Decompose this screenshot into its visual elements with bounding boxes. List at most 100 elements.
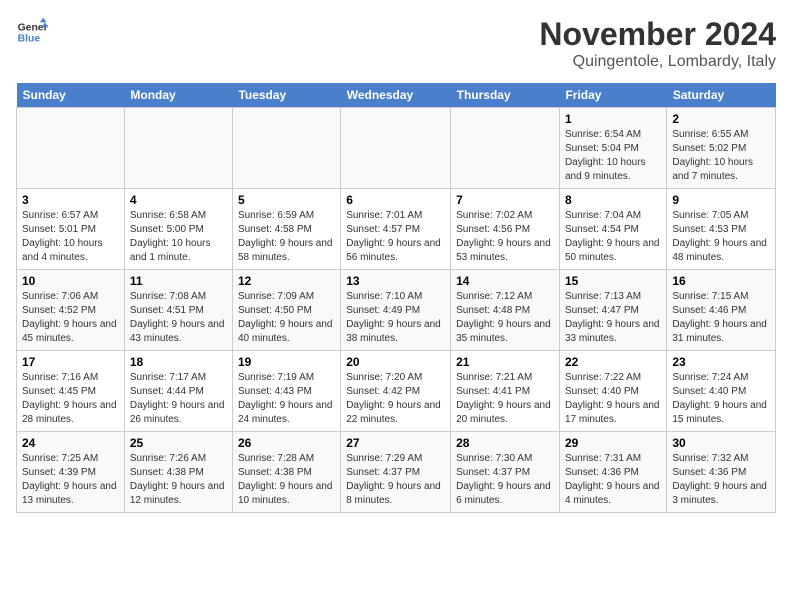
day-info: Sunrise: 7:06 AM Sunset: 4:52 PM Dayligh… (22, 290, 119, 346)
calendar-week-row: 10Sunrise: 7:06 AM Sunset: 4:52 PM Dayli… (17, 270, 776, 351)
calendar-cell (451, 108, 560, 189)
weekday-header-tuesday: Tuesday (232, 83, 340, 108)
svg-text:General: General (18, 22, 48, 33)
calendar-cell (341, 108, 451, 189)
calendar-cell: 24 Sunrise: 7:25 AM Sunset: 4:39 PM Dayli… (17, 432, 125, 513)
calendar-week-row: 1 Sunrise: 6:54 AM Sunset: 5:04 PM Daylig… (17, 108, 776, 189)
calendar-cell: 21 Sunrise: 7:21 AM Sunset: 4:41 PM Dayli… (451, 351, 560, 432)
day-number: 11 (130, 274, 227, 288)
weekday-header-saturday: Saturday (667, 83, 776, 108)
title-area: November 2024 Quingentole, Lombardy, Ita… (539, 16, 776, 71)
day-info: Sunrise: 7:28 AM Sunset: 4:38 PM Dayligh… (238, 452, 335, 508)
day-number: 4 (130, 193, 227, 207)
day-info: Sunrise: 7:21 AM Sunset: 4:41 PM Dayligh… (456, 371, 554, 427)
day-number: 22 (565, 355, 661, 369)
day-number: 7 (456, 193, 554, 207)
day-number: 13 (346, 274, 445, 288)
calendar-cell: 19Sunrise: 7:19 AM Sunset: 4:43 PM Dayli… (232, 351, 340, 432)
calendar-cell: 6 Sunrise: 7:01 AM Sunset: 4:57 PM Daylig… (341, 189, 451, 270)
calendar-cell: 3 Sunrise: 6:57 AM Sunset: 5:01 PM Daylig… (17, 189, 125, 270)
month-title: November 2024 (539, 16, 776, 53)
day-number: 28 (456, 436, 554, 450)
calendar-cell: 1 Sunrise: 6:54 AM Sunset: 5:04 PM Daylig… (559, 108, 666, 189)
day-info: Sunrise: 6:58 AM Sunset: 5:00 PM Dayligh… (130, 209, 227, 265)
calendar-body: 1 Sunrise: 6:54 AM Sunset: 5:04 PM Daylig… (17, 108, 776, 513)
day-info: Sunrise: 7:26 AM Sunset: 4:38 PM Dayligh… (130, 452, 227, 508)
calendar-cell: 28Sunrise: 7:30 AM Sunset: 4:37 PM Dayli… (451, 432, 560, 513)
day-number: 17 (22, 355, 119, 369)
day-number: 6 (346, 193, 445, 207)
day-info: Sunrise: 7:24 AM Sunset: 4:40 PM Dayligh… (672, 371, 770, 427)
weekday-header-thursday: Thursday (451, 83, 560, 108)
calendar-cell: 2 Sunrise: 6:55 AM Sunset: 5:02 PM Daylig… (667, 108, 776, 189)
day-number: 15 (565, 274, 661, 288)
calendar-cell: 27Sunrise: 7:29 AM Sunset: 4:37 PM Dayli… (341, 432, 451, 513)
day-info: Sunrise: 7:16 AM Sunset: 4:45 PM Dayligh… (22, 371, 119, 427)
day-number: 29 (565, 436, 661, 450)
logo: General Blue (16, 16, 48, 48)
calendar-cell: 23 Sunrise: 7:24 AM Sunset: 4:40 PM Dayli… (667, 351, 776, 432)
day-info: Sunrise: 7:13 AM Sunset: 4:47 PM Dayligh… (565, 290, 661, 346)
logo-icon: General Blue (16, 16, 48, 48)
calendar-cell: 7 Sunrise: 7:02 AM Sunset: 4:56 PM Daylig… (451, 189, 560, 270)
calendar-cell: 13 Sunrise: 7:10 AM Sunset: 4:49 PM Dayli… (341, 270, 451, 351)
svg-text:Blue: Blue (18, 34, 41, 45)
calendar-cell: 25 Sunrise: 7:26 AM Sunset: 4:38 PM Dayli… (124, 432, 232, 513)
calendar-cell (17, 108, 125, 189)
calendar-cell: 30Sunrise: 7:32 AM Sunset: 4:36 PM Dayli… (667, 432, 776, 513)
weekday-header-sunday: Sunday (17, 83, 125, 108)
day-info: Sunrise: 7:32 AM Sunset: 4:36 PM Dayligh… (672, 452, 770, 508)
day-info: Sunrise: 7:31 AM Sunset: 4:36 PM Dayligh… (565, 452, 661, 508)
day-info: Sunrise: 7:04 AM Sunset: 4:54 PM Dayligh… (565, 209, 661, 265)
calendar-cell: 20 Sunrise: 7:20 AM Sunset: 4:42 PM Dayli… (341, 351, 451, 432)
day-info: Sunrise: 7:20 AM Sunset: 4:42 PM Dayligh… (346, 371, 445, 427)
day-number: 12 (238, 274, 335, 288)
day-info: Sunrise: 7:17 AM Sunset: 4:44 PM Dayligh… (130, 371, 227, 427)
day-info: Sunrise: 7:25 AM Sunset: 4:39 PM Dayligh… (22, 452, 119, 508)
day-info: Sunrise: 7:22 AM Sunset: 4:40 PM Dayligh… (565, 371, 661, 427)
calendar-cell: 18 Sunrise: 7:17 AM Sunset: 4:44 PM Dayli… (124, 351, 232, 432)
day-number: 1 (565, 112, 661, 126)
calendar-week-row: 24 Sunrise: 7:25 AM Sunset: 4:39 PM Dayli… (17, 432, 776, 513)
day-info: Sunrise: 7:02 AM Sunset: 4:56 PM Dayligh… (456, 209, 554, 265)
day-number: 3 (22, 193, 119, 207)
day-info: Sunrise: 7:01 AM Sunset: 4:57 PM Dayligh… (346, 209, 445, 265)
calendar-cell: 14Sunrise: 7:12 AM Sunset: 4:48 PM Dayli… (451, 270, 560, 351)
day-number: 8 (565, 193, 661, 207)
day-info: Sunrise: 6:54 AM Sunset: 5:04 PM Dayligh… (565, 128, 661, 184)
day-number: 19 (238, 355, 335, 369)
day-number: 20 (346, 355, 445, 369)
calendar-cell: 4 Sunrise: 6:58 AM Sunset: 5:00 PM Daylig… (124, 189, 232, 270)
calendar-cell (232, 108, 340, 189)
calendar-table: SundayMondayTuesdayWednesdayThursdayFrid… (16, 83, 776, 513)
day-number: 2 (672, 112, 770, 126)
calendar-cell: 15 Sunrise: 7:13 AM Sunset: 4:47 PM Dayli… (559, 270, 666, 351)
calendar-week-row: 17 Sunrise: 7:16 AM Sunset: 4:45 PM Dayli… (17, 351, 776, 432)
day-number: 18 (130, 355, 227, 369)
day-info: Sunrise: 7:10 AM Sunset: 4:49 PM Dayligh… (346, 290, 445, 346)
calendar-cell: 8 Sunrise: 7:04 AM Sunset: 4:54 PM Daylig… (559, 189, 666, 270)
day-number: 24 (22, 436, 119, 450)
day-number: 23 (672, 355, 770, 369)
day-info: Sunrise: 6:59 AM Sunset: 4:58 PM Dayligh… (238, 209, 335, 265)
day-number: 9 (672, 193, 770, 207)
day-number: 25 (130, 436, 227, 450)
day-info: Sunrise: 6:55 AM Sunset: 5:02 PM Dayligh… (672, 128, 770, 184)
subtitle: Quingentole, Lombardy, Italy (539, 53, 776, 71)
day-number: 5 (238, 193, 335, 207)
calendar-cell: 9 Sunrise: 7:05 AM Sunset: 4:53 PM Daylig… (667, 189, 776, 270)
weekday-header-row: SundayMondayTuesdayWednesdayThursdayFrid… (17, 83, 776, 108)
day-number: 27 (346, 436, 445, 450)
header: General Blue November 2024 Quingentole, … (16, 16, 776, 71)
calendar-cell: 17 Sunrise: 7:16 AM Sunset: 4:45 PM Dayli… (17, 351, 125, 432)
weekday-header-monday: Monday (124, 83, 232, 108)
calendar-week-row: 3 Sunrise: 6:57 AM Sunset: 5:01 PM Daylig… (17, 189, 776, 270)
day-info: Sunrise: 7:08 AM Sunset: 4:51 PM Dayligh… (130, 290, 227, 346)
day-info: Sunrise: 7:05 AM Sunset: 4:53 PM Dayligh… (672, 209, 770, 265)
day-number: 16 (672, 274, 770, 288)
weekday-header-friday: Friday (559, 83, 666, 108)
day-number: 21 (456, 355, 554, 369)
day-info: Sunrise: 7:15 AM Sunset: 4:46 PM Dayligh… (672, 290, 770, 346)
day-info: Sunrise: 6:57 AM Sunset: 5:01 PM Dayligh… (22, 209, 119, 265)
calendar-cell: 5 Sunrise: 6:59 AM Sunset: 4:58 PM Daylig… (232, 189, 340, 270)
